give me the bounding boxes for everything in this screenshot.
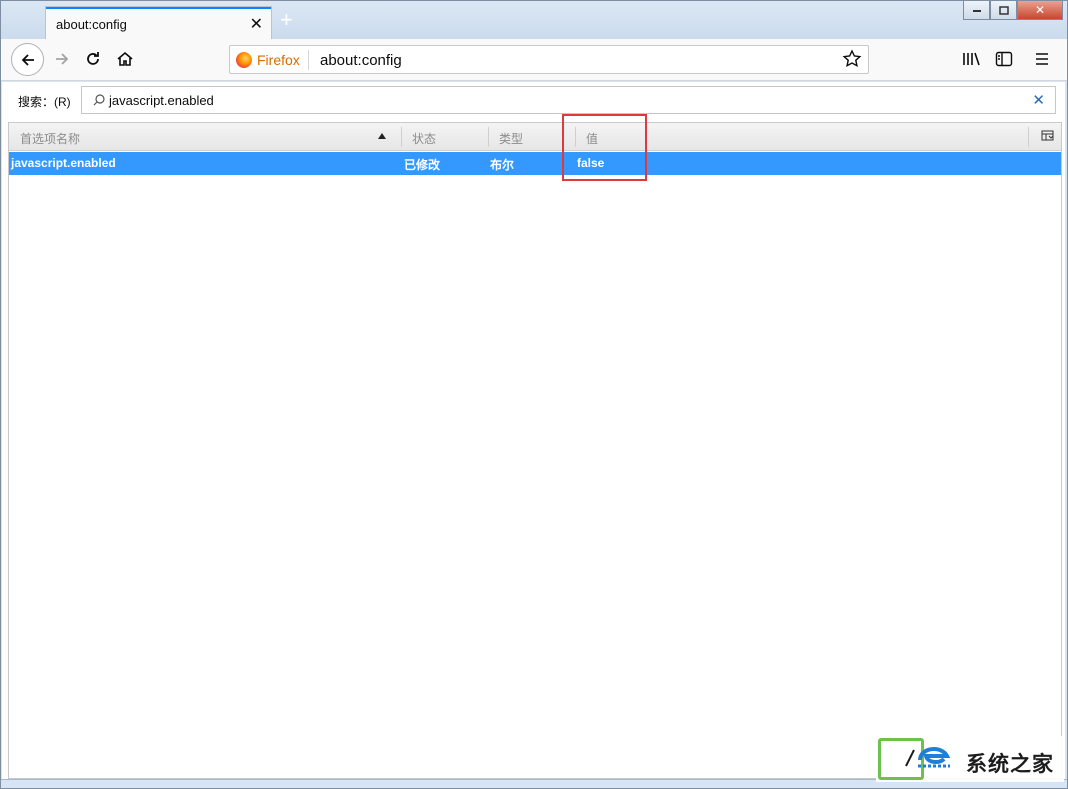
tab-about-config[interactable]: about:config ✕ — [46, 7, 271, 39]
identity-label: Firefox — [257, 52, 300, 68]
url-bar[interactable]: Firefox about:config — [229, 45, 869, 74]
tab-bar: about:config ✕ + ✕ — [1, 1, 1067, 39]
about-config-page: 搜索：(R) javascript.enabled ✕ 首选项名称 状态 类型 … — [2, 82, 1065, 779]
back-arrow-icon — [21, 53, 34, 66]
table-row[interactable]: javascript.enabled 已修改 布尔 false — [9, 152, 1061, 175]
column-divider[interactable] — [488, 127, 489, 147]
new-tab-button[interactable]: + — [280, 9, 293, 31]
column-divider[interactable] — [401, 127, 402, 147]
back-button[interactable] — [11, 43, 44, 76]
home-icon — [117, 51, 133, 66]
search-icon — [93, 94, 105, 106]
window-controls: ✕ — [963, 1, 1063, 21]
home-button[interactable] — [113, 47, 137, 71]
browser-window: about:config ✕ + ✕ Firefox about:config … — [0, 0, 1068, 789]
column-divider — [1028, 127, 1029, 147]
column-header-name[interactable]: 首选项名称 — [20, 130, 80, 147]
hamburger-menu-icon — [1036, 53, 1048, 65]
annotation-highlight-box — [562, 114, 647, 181]
close-window-button[interactable]: ✕ — [1017, 1, 1063, 20]
forward-arrow-icon — [56, 53, 69, 65]
minimize-icon — [972, 10, 981, 12]
forward-button[interactable] — [50, 47, 74, 71]
search-input[interactable]: javascript.enabled ✕ — [81, 86, 1056, 114]
watermark-e-icon — [905, 746, 951, 768]
sort-ascending-icon — [378, 133, 386, 139]
reload-button[interactable] — [81, 47, 105, 71]
column-header-status[interactable]: 状态 — [412, 130, 436, 147]
pref-type-cell: 布尔 — [490, 158, 515, 172]
pref-status-cell: 已修改 — [404, 158, 441, 172]
tab-close-icon[interactable]: ✕ — [250, 14, 263, 34]
clear-search-icon[interactable]: ✕ — [1032, 91, 1045, 109]
sidebar-icon — [995, 51, 1013, 67]
column-header-type[interactable]: 类型 — [499, 130, 523, 147]
table-header: 首选项名称 状态 类型 值 — [9, 123, 1061, 151]
maximize-button[interactable] — [990, 1, 1017, 20]
menu-button[interactable] — [1031, 48, 1053, 70]
preferences-table: 首选项名称 状态 类型 值 javascript.enabled 已修改 布尔 — [8, 122, 1062, 779]
firefox-logo-icon — [236, 52, 252, 68]
minimize-button[interactable] — [963, 1, 990, 20]
library-icon — [963, 52, 980, 66]
maximize-icon — [998, 5, 1009, 15]
search-label: 搜索：(R) — [18, 95, 71, 109]
navigation-bar: Firefox about:config — [1, 39, 1067, 81]
sidebar-button[interactable] — [993, 48, 1015, 70]
reload-icon — [87, 52, 99, 65]
pref-name-cell: javascript.enabled — [11, 156, 116, 170]
tab-title: about:config — [56, 17, 127, 32]
bookmark-star-icon[interactable] — [842, 49, 862, 69]
search-value: javascript.enabled — [109, 93, 214, 108]
watermark-logo: 系统之家 — [876, 736, 1064, 782]
url-input[interactable]: about:config — [320, 52, 402, 69]
identity-box[interactable]: Firefox — [236, 50, 309, 70]
watermark-text: 系统之家 — [966, 753, 1054, 776]
column-picker-icon[interactable] — [1041, 130, 1055, 142]
library-button[interactable] — [961, 48, 983, 70]
